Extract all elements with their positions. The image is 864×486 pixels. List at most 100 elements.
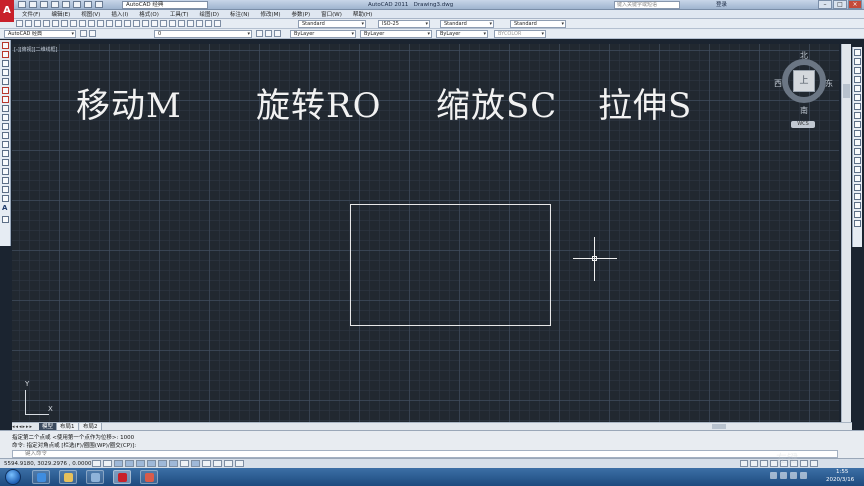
mleader-style-select[interactable]: Standard [510,20,566,28]
wcs-menu-button[interactable]: WCS [791,121,815,128]
zoom-realtime-icon[interactable] [133,20,140,27]
tray-icon-2[interactable] [780,472,787,479]
quick-properties-toggle[interactable] [224,460,233,467]
maximize-button[interactable]: □ [833,0,847,9]
sign-in-link[interactable]: 登录 [716,1,727,9]
construction-line-icon[interactable] [2,51,9,58]
zoom-window-icon[interactable] [142,20,149,27]
drawing-area[interactable]: [-][俯视][二维线框] 移动M 旋转RO 缩放SC 拉伸S 上 北 南 东 … [12,44,839,422]
menu-window[interactable]: 窗口(W) [321,10,342,18]
menu-modify[interactable]: 修改(M) [260,10,280,18]
paste-icon[interactable] [88,20,95,27]
stretch-icon[interactable] [854,121,861,128]
plotstyle-select[interactable]: BYCOLOR [494,30,546,38]
open-icon[interactable] [25,20,32,27]
menu-parametric[interactable]: 参数(P) [292,10,311,18]
match-icon[interactable] [97,20,104,27]
make-block-icon[interactable] [2,150,9,157]
layer-manager-icon[interactable] [89,30,96,37]
layer-state-icon[interactable] [274,30,281,37]
viewcube-south[interactable]: 南 [800,105,808,116]
menu-help[interactable]: 帮助(H) [353,10,372,18]
gradient-icon[interactable] [2,177,9,184]
taskbar-autocad[interactable] [113,470,131,484]
insert-block-icon[interactable] [2,141,9,148]
color-select[interactable]: ByLayer [290,30,356,38]
osnap-toggle[interactable] [147,460,156,467]
help-icon[interactable] [214,20,221,27]
coordinate-readout[interactable]: 5594.9180, 3029.2976 , 0.0000 [4,460,91,468]
help-search-input[interactable]: 键入关键字或短语 [614,1,680,9]
move-icon[interactable] [854,94,861,101]
menu-format[interactable]: 格式(O) [139,10,159,18]
open-icon[interactable] [29,1,37,8]
design-center-icon[interactable] [169,20,176,27]
save-icon[interactable] [34,20,41,27]
plot-icon[interactable] [43,20,50,27]
quick-view-drawings-icon[interactable] [760,460,768,467]
menu-tools[interactable]: 工具(T) [170,10,189,18]
dim-style-select[interactable]: ISO-25 [378,20,430,28]
transparency-toggle[interactable] [213,460,222,467]
multiline-text-icon[interactable]: A [2,204,7,212]
viewcube-north[interactable]: 北 [800,50,808,61]
undo-icon[interactable] [106,20,113,27]
clock-time[interactable]: 1:55 [836,469,848,475]
quick-view-layouts-icon[interactable] [750,460,758,467]
new-icon[interactable] [16,20,23,27]
properties-icon[interactable] [160,20,167,27]
publish-icon[interactable] [61,20,68,27]
ellipse-icon[interactable] [2,123,9,130]
new-icon[interactable] [18,1,26,8]
make-current-icon[interactable] [256,30,263,37]
lineweight-select[interactable]: ByLayer [436,30,488,38]
menu-edit[interactable]: 编辑(E) [51,10,70,18]
settings-icon[interactable] [80,30,87,37]
start-button[interactable] [5,469,21,485]
vertical-scroll-thumb[interactable] [843,84,850,98]
join-icon[interactable] [854,166,861,173]
dyn-toggle[interactable] [191,460,200,467]
tool-palettes-icon[interactable] [178,20,185,27]
menu-draw[interactable]: 绘图(D) [200,10,220,18]
circle-icon[interactable] [2,96,9,103]
horizontal-scroll-thumb[interactable] [712,424,726,429]
layer-previous-icon[interactable] [265,30,272,37]
blend-icon[interactable] [854,193,861,200]
isolate-icon[interactable] [800,460,808,467]
osnap-icon[interactable] [854,220,861,227]
array-icon[interactable] [854,85,861,92]
erase-icon[interactable] [854,49,861,56]
explode-icon[interactable] [854,202,861,209]
snap-toggle[interactable] [103,460,112,467]
point-icon[interactable] [2,159,9,166]
scale-icon[interactable] [854,112,861,119]
dropdown-icon[interactable] [95,1,103,8]
redo-icon[interactable] [84,1,92,8]
add-selected-icon[interactable] [2,216,9,223]
ducs-toggle[interactable] [180,460,189,467]
fillet-icon[interactable] [854,184,861,191]
minimize-button[interactable]: – [818,0,832,9]
workspace-select[interactable]: AutoCAD 经典 [4,30,76,38]
command-input[interactable]: 键入命令 [12,450,838,458]
autocad-logo-button[interactable]: A [0,0,14,22]
infer-constraints-toggle[interactable] [92,460,101,467]
viewport-controls-label[interactable]: [-][俯视][二维线框] [14,46,58,53]
plot-icon[interactable] [62,1,70,8]
network-icon[interactable] [790,472,797,479]
tray-icon-1[interactable] [770,472,777,479]
zoom-previous-icon[interactable] [151,20,158,27]
calculator-icon[interactable] [205,20,212,27]
viewcube-top-face[interactable]: 上 [793,70,815,92]
taskbar-explorer[interactable] [59,470,77,484]
viewcube-west[interactable]: 西 [774,78,782,89]
linetype-select[interactable]: ByLayer [360,30,432,38]
break-at-point-icon[interactable] [854,148,861,155]
text-style-select[interactable]: Standard [298,20,366,28]
region-icon[interactable] [2,186,9,193]
menu-insert[interactable]: 插入(I) [111,10,128,18]
mirror-icon[interactable] [854,67,861,74]
copy-object-icon[interactable] [854,58,861,65]
preview-icon[interactable] [52,20,59,27]
